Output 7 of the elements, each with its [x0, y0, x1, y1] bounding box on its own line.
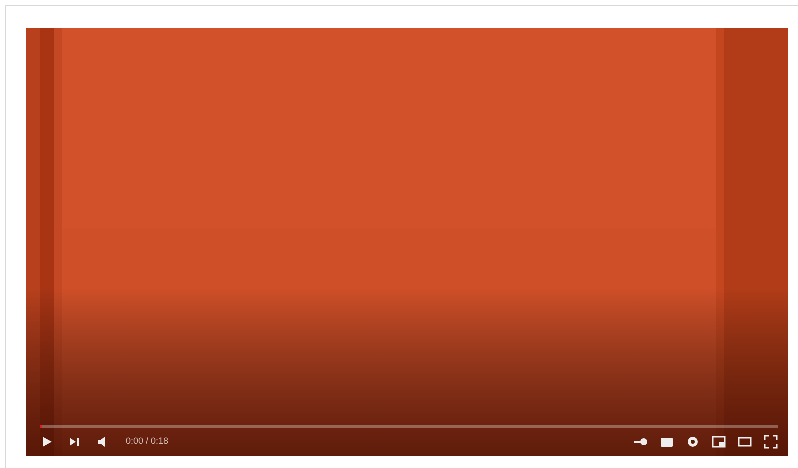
- miniplayer-icon[interactable]: [712, 435, 726, 449]
- time-display: 0:00 / 0:18: [126, 435, 169, 448]
- play-icon[interactable]: [40, 435, 54, 449]
- settings-icon[interactable]: [686, 435, 700, 449]
- next-icon[interactable]: [68, 435, 82, 449]
- fullscreen-icon[interactable]: [764, 435, 778, 449]
- theater-icon[interactable]: [738, 435, 752, 449]
